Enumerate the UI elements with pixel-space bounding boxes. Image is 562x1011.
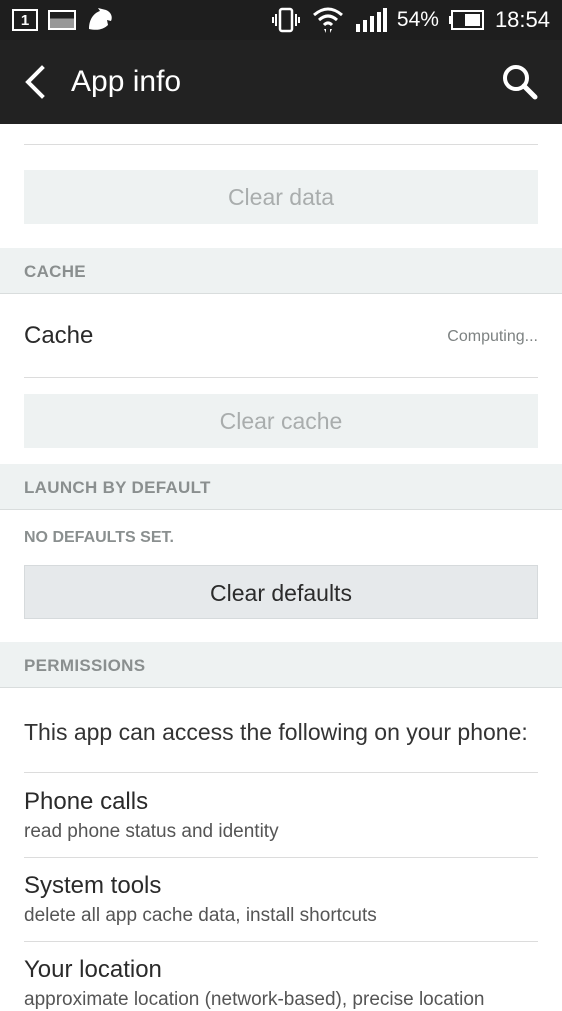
permissions-section-header: PERMISSIONS bbox=[0, 642, 562, 688]
status-bar-right: 54% 18:54 bbox=[271, 6, 550, 34]
signal-icon bbox=[355, 8, 387, 32]
search-icon bbox=[503, 65, 538, 100]
back-button[interactable] bbox=[18, 64, 54, 100]
divider bbox=[24, 377, 538, 378]
status-bar: 1 54% 18:54 bbox=[0, 0, 562, 40]
permissions-header-label: PERMISSIONS bbox=[24, 656, 146, 675]
permission-description: delete all app cache data, install short… bbox=[24, 905, 377, 926]
notification-count: 1 bbox=[20, 11, 30, 29]
gallery-icon bbox=[48, 10, 76, 30]
back-arrow-icon bbox=[25, 65, 45, 99]
divider bbox=[24, 772, 538, 773]
clock: 18:54 bbox=[494, 7, 550, 32]
status-bar-left: 1 bbox=[12, 6, 114, 34]
page-title: App info bbox=[71, 65, 182, 98]
permission-description: read phone status and identity bbox=[24, 821, 279, 842]
permission-title: System tools bbox=[24, 872, 162, 899]
search-button[interactable] bbox=[500, 62, 540, 102]
divider bbox=[24, 857, 538, 858]
cache-section-header: CACHE bbox=[0, 248, 562, 294]
cache-value: Computing... bbox=[447, 328, 538, 345]
launch-default-header-label: LAUNCH BY DEFAULT bbox=[24, 478, 211, 497]
battery-icon bbox=[448, 10, 484, 30]
clear-defaults-button[interactable]: Clear defaults bbox=[24, 565, 538, 619]
app-notification-icon bbox=[89, 8, 112, 30]
clear-data-button[interactable]: Clear data bbox=[24, 170, 538, 224]
wifi-icon bbox=[312, 7, 343, 33]
cache-label: Cache bbox=[24, 322, 94, 349]
vibrate-icon bbox=[271, 7, 300, 33]
notification-count-icon: 1 bbox=[12, 9, 38, 31]
battery-percent: 54% bbox=[396, 8, 439, 31]
launch-default-section-header: LAUNCH BY DEFAULT bbox=[0, 464, 562, 510]
permissions-intro: This app can access the following on you… bbox=[24, 719, 528, 745]
permission-description: approximate location (network-based), pr… bbox=[24, 989, 485, 1010]
clear-cache-button[interactable]: Clear cache bbox=[24, 394, 538, 448]
divider bbox=[24, 144, 538, 145]
app-bar: App info bbox=[0, 40, 562, 124]
no-defaults-status: NO DEFAULTS SET. bbox=[24, 529, 174, 546]
permission-title: Phone calls bbox=[24, 788, 149, 815]
cache-header-label: CACHE bbox=[24, 262, 86, 281]
permission-title: Your location bbox=[24, 956, 162, 983]
divider bbox=[24, 941, 538, 942]
